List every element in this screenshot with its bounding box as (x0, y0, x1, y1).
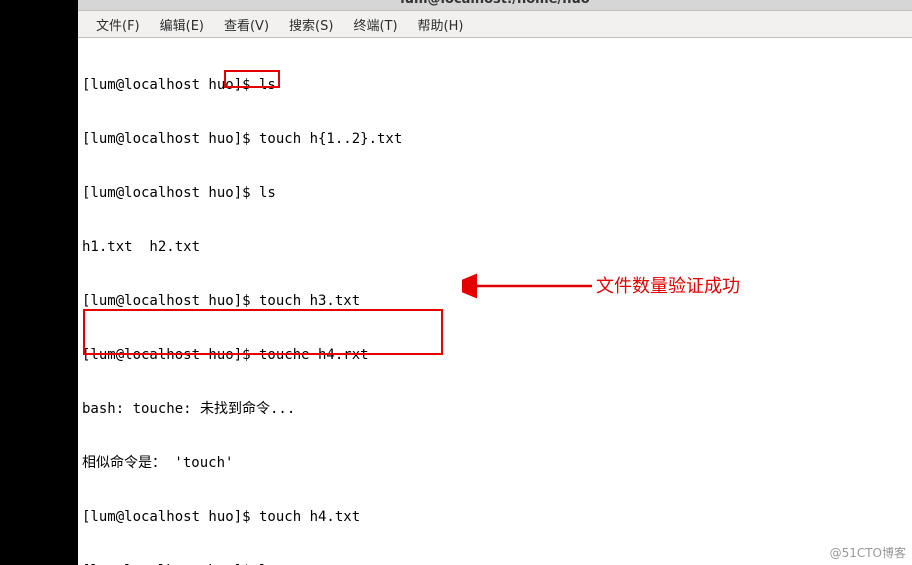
watermark: @51CTO博客 (830, 544, 906, 561)
menu-file-label: 文件(F) (96, 15, 140, 34)
window-title: lum@localhost:/home/huo (400, 0, 589, 7)
annotation-label: 文件数量验证成功 (596, 272, 740, 298)
terminal-area[interactable]: [lum@localhost huo]$ ls [lum@localhost h… (78, 38, 912, 565)
left-black-strip (0, 0, 78, 565)
menu-search[interactable]: 搜索(S) (279, 11, 343, 37)
terminal-line: [lum@localhost huo]$ touch h3.txt (82, 292, 908, 310)
menu-edit-label: 编辑(E) (160, 15, 204, 34)
menu-help[interactable]: 帮助(H) (408, 11, 474, 37)
menu-terminal[interactable]: 终端(T) (343, 11, 407, 37)
menu-file[interactable]: 文件(F) (86, 11, 150, 37)
terminal-line: [lum@localhost huo]$ ls (82, 184, 908, 202)
menu-terminal-label: 终端(T) (353, 15, 397, 34)
menu-view-label: 查看(V) (224, 15, 269, 34)
terminal-line: bash: touche: 未找到命令... (82, 400, 908, 418)
menu-help-label: 帮助(H) (418, 15, 464, 34)
menu-search-label: 搜索(S) (289, 15, 333, 34)
terminal-window: lum@localhost:/home/huo 文件(F) 编辑(E) 查看(V… (78, 0, 912, 565)
terminal-line: [lum@localhost huo]$ touch h{1..2}.txt (82, 130, 908, 148)
terminal-line: [lum@localhost huo]$ touche h4.rxt (82, 346, 908, 364)
terminal-line: [lum@localhost huo]$ ls (82, 76, 908, 94)
terminal-line: 相似命令是： 'touch' (82, 454, 908, 472)
menu-edit[interactable]: 编辑(E) (150, 11, 214, 37)
menubar: 文件(F) 编辑(E) 查看(V) 搜索(S) 终端(T) 帮助(H) (78, 10, 912, 38)
terminal-line: h1.txt h2.txt (82, 238, 908, 256)
terminal-line: [lum@localhost huo]$ touch h4.txt (82, 508, 908, 526)
window-titlebar: lum@localhost:/home/huo (78, 0, 912, 10)
menu-view[interactable]: 查看(V) (214, 11, 279, 37)
